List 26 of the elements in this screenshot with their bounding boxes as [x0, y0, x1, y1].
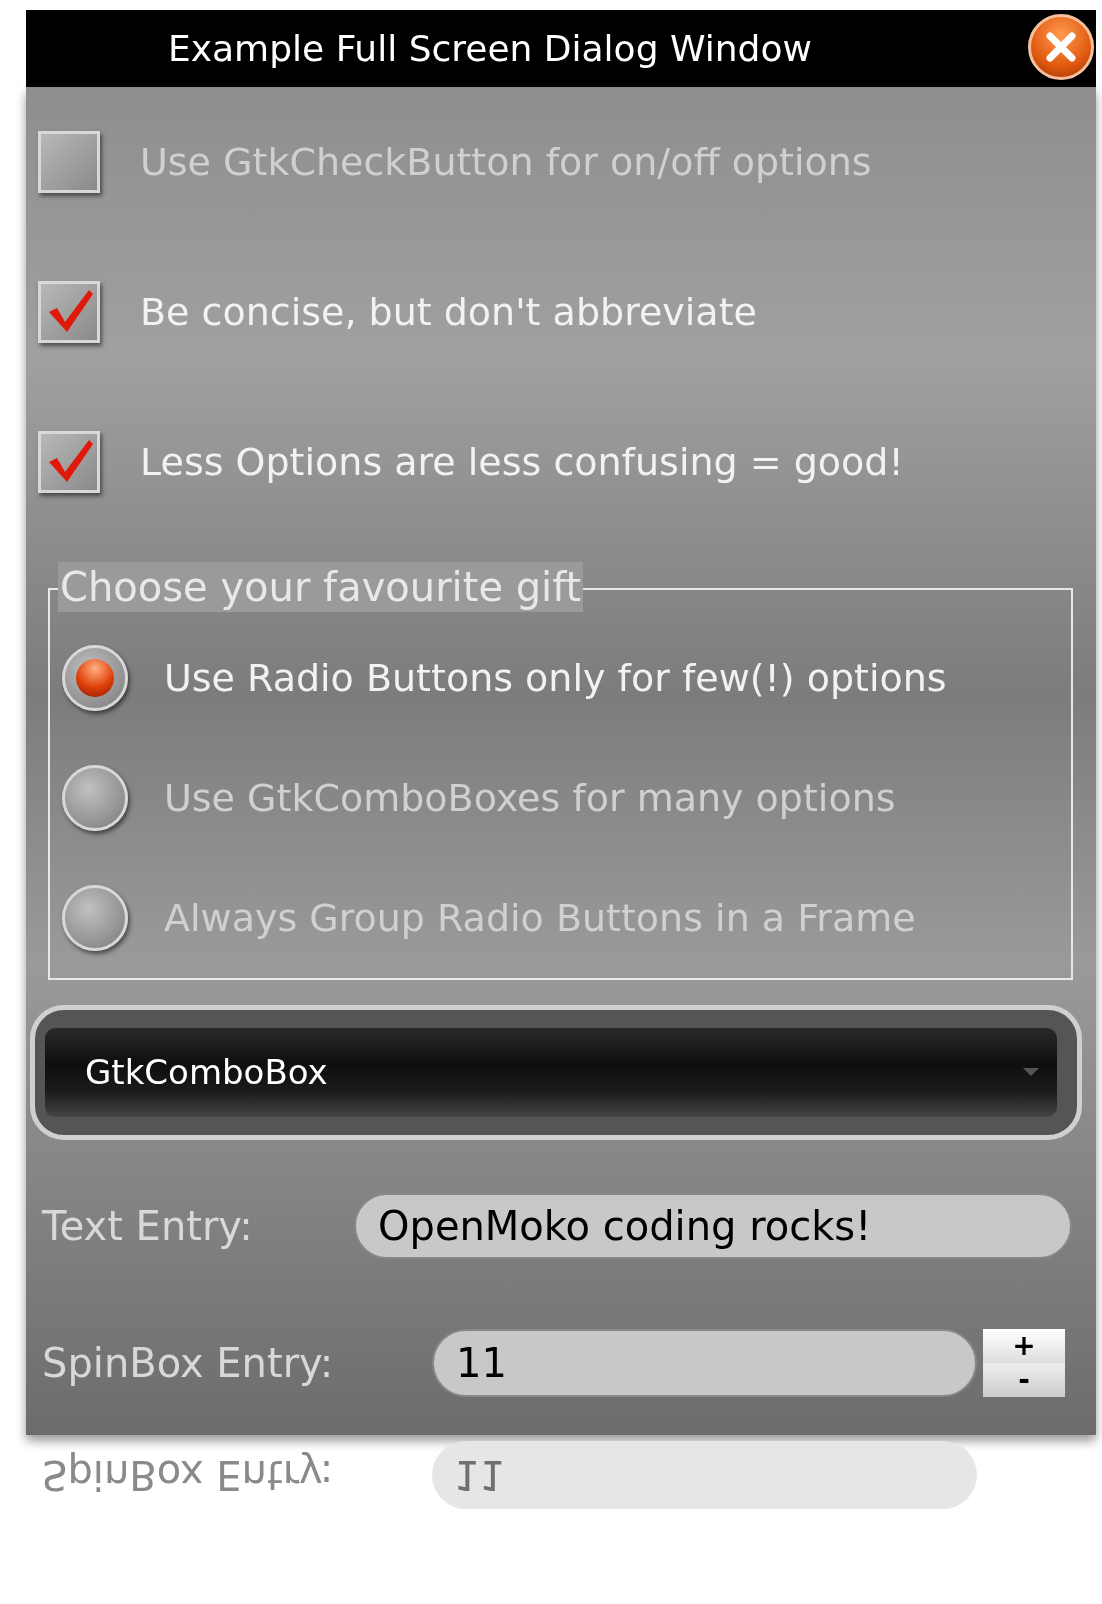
combo-box[interactable]: GtkComboBox — [30, 1005, 1082, 1140]
frame-title: Choose your favourite gift — [58, 562, 584, 612]
text-entry-label: Text Entry: — [42, 1202, 254, 1251]
checkbox[interactable] — [38, 281, 100, 343]
radio-label: Use GtkComboBoxes for many options — [164, 774, 896, 822]
close-icon — [1044, 30, 1078, 64]
dropdown-arrow-icon — [1021, 1066, 1041, 1078]
checkbox[interactable] — [38, 131, 100, 193]
spinbox-label: SpinBox Entry: — [42, 1339, 335, 1388]
radio-button[interactable] — [62, 645, 128, 711]
radio-button[interactable] — [62, 885, 128, 951]
reflection-label: SpinBox Entry: — [42, 1451, 335, 1500]
radio-label: Always Group Radio Buttons in a Frame — [164, 894, 916, 942]
combo-value: GtkComboBox — [85, 1051, 328, 1094]
reflection-field: 11 — [432, 1441, 977, 1509]
checkbox[interactable] — [38, 431, 100, 493]
radio-label: Use Radio Buttons only for few(!) options — [164, 654, 947, 702]
window-title: Example Full Screen Dialog Window — [168, 26, 812, 71]
radio-button[interactable] — [62, 765, 128, 831]
checkbox-label: Be concise, but don't abbreviate — [140, 288, 757, 336]
checkbox-label: Less Options are less confusing = good! — [140, 438, 904, 486]
checkbox-label: Use GtkCheckButton for on/off options — [140, 138, 872, 186]
decrement-button[interactable]: - — [983, 1363, 1065, 1397]
increment-button[interactable]: + — [983, 1329, 1065, 1363]
spinbox-field[interactable]: 11 — [432, 1329, 977, 1397]
text-entry-field[interactable]: OpenMoko coding rocks! — [354, 1193, 1072, 1259]
